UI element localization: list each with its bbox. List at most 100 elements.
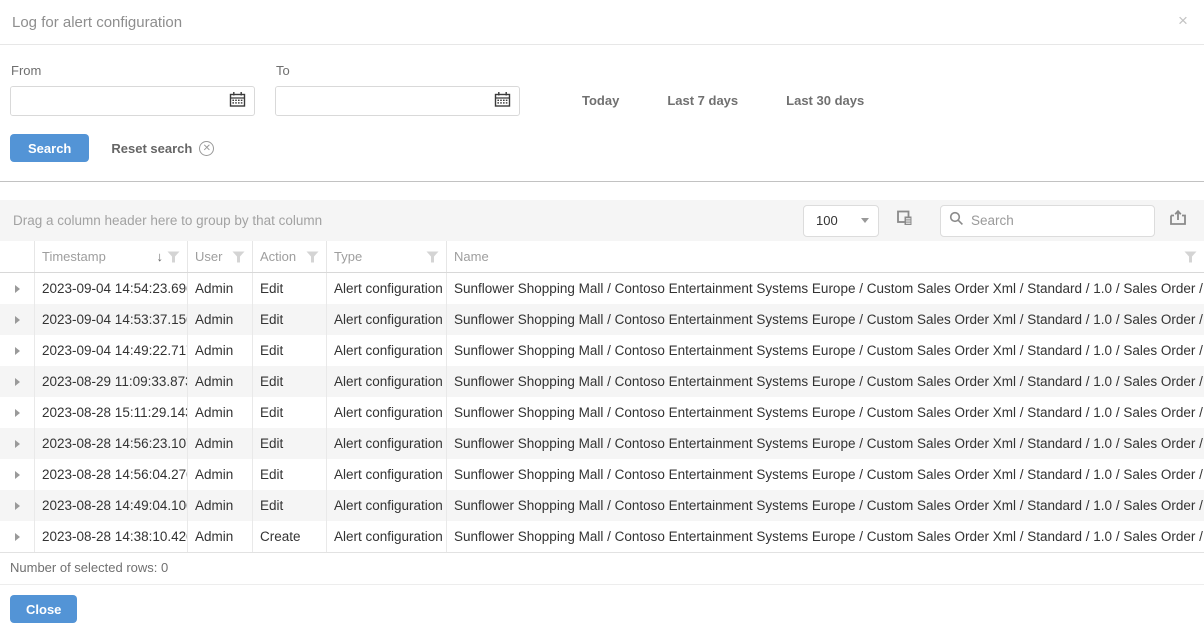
row-expand-cell[interactable] — [0, 521, 35, 552]
cell-action: Edit — [253, 459, 327, 490]
expand-arrow-icon — [15, 285, 20, 293]
export-icon — [1168, 208, 1188, 233]
dialog-footer: Close — [0, 584, 1204, 635]
expand-arrow-icon — [15, 440, 20, 448]
column-chooser-icon — [895, 208, 915, 233]
row-expand-cell[interactable] — [0, 490, 35, 521]
to-field-group: To — [275, 57, 520, 116]
table-row[interactable]: 2023-09-04 14:49:22.717AdminEditAlert co… — [0, 335, 1204, 366]
cell-user: Admin — [188, 366, 253, 397]
row-expand-cell[interactable] — [0, 428, 35, 459]
table-row[interactable]: 2023-09-04 14:53:37.150AdminEditAlert co… — [0, 304, 1204, 335]
filter-area: From — [0, 45, 1204, 181]
quick-range-links: Today Last 7 days Last 30 days — [582, 93, 912, 108]
cell-action: Edit — [253, 366, 327, 397]
cell-type: Alert configuration — [327, 428, 447, 459]
to-calendar-button[interactable] — [485, 87, 519, 115]
cell-type: Alert configuration — [327, 459, 447, 490]
column-header-type[interactable]: Type — [327, 241, 447, 272]
group-panel-text: Drag a column header here to group by th… — [13, 213, 803, 228]
cell-action: Edit — [253, 490, 327, 521]
cell-type: Alert configuration — [327, 397, 447, 428]
cell-timestamp: 2023-09-04 14:53:37.150 — [35, 304, 188, 335]
log-dialog: Log for alert configuration × From — [0, 0, 1204, 635]
column-label: Name — [454, 249, 1184, 264]
cell-user: Admin — [188, 273, 253, 304]
sort-descending-icon: ↓ — [157, 249, 164, 264]
filter-funnel-icon[interactable] — [167, 251, 180, 263]
expand-arrow-icon — [15, 471, 20, 479]
expand-arrow-icon — [15, 316, 20, 324]
column-header-action[interactable]: Action — [253, 241, 327, 272]
cell-timestamp: 2023-08-28 14:38:10.420 — [35, 521, 188, 552]
cell-user: Admin — [188, 335, 253, 366]
filter-funnel-icon[interactable] — [306, 251, 319, 263]
table-row[interactable]: 2023-08-28 14:56:04.270AdminEditAlert co… — [0, 459, 1204, 490]
from-date-box — [10, 86, 255, 116]
cell-user: Admin — [188, 490, 253, 521]
filter-funnel-icon[interactable] — [232, 251, 245, 263]
cell-name: Sunflower Shopping Mall / Contoso Entert… — [447, 521, 1204, 552]
quick-link-today[interactable]: Today — [582, 93, 619, 108]
selected-rows-status: Number of selected rows: 0 — [0, 553, 1204, 575]
to-date-input[interactable] — [276, 87, 485, 115]
cell-name: Sunflower Shopping Mall / Contoso Entert… — [447, 459, 1204, 490]
table-row[interactable]: 2023-09-04 14:54:23.690AdminEditAlert co… — [0, 273, 1204, 304]
log-grid: Timestamp ↓ User Action Type — [0, 241, 1204, 575]
column-header-user[interactable]: User — [188, 241, 253, 272]
expand-arrow-icon — [15, 347, 20, 355]
page-size-value: 100 — [816, 213, 861, 228]
cell-timestamp: 2023-08-28 14:49:04.100 — [35, 490, 188, 521]
cell-name: Sunflower Shopping Mall / Contoso Entert… — [447, 397, 1204, 428]
cell-user: Admin — [188, 521, 253, 552]
cell-action: Edit — [253, 335, 327, 366]
chevron-down-icon — [861, 218, 869, 223]
filter-funnel-icon[interactable] — [426, 251, 439, 263]
close-icon[interactable]: × — [1172, 10, 1194, 32]
close-button[interactable]: Close — [10, 595, 77, 623]
row-expand-cell[interactable] — [0, 335, 35, 366]
column-label: Type — [334, 249, 426, 264]
column-label: Action — [260, 249, 306, 264]
search-button[interactable]: Search — [10, 134, 89, 162]
page-size-select[interactable]: 100 — [803, 205, 879, 237]
row-expand-cell[interactable] — [0, 273, 35, 304]
column-chooser-button[interactable] — [892, 208, 918, 234]
from-field-group: From — [10, 57, 255, 116]
row-expand-cell[interactable] — [0, 366, 35, 397]
row-expand-cell[interactable] — [0, 304, 35, 335]
cell-name: Sunflower Shopping Mall / Contoso Entert… — [447, 335, 1204, 366]
page-title: Log for alert configuration — [12, 14, 182, 31]
table-row[interactable]: 2023-08-28 15:11:29.143AdminEditAlert co… — [0, 397, 1204, 428]
table-row[interactable]: 2023-08-28 14:38:10.420AdminCreateAlert … — [0, 521, 1204, 552]
table-row[interactable]: 2023-08-29 11:09:33.873AdminEditAlert co… — [0, 366, 1204, 397]
cell-name: Sunflower Shopping Mall / Contoso Entert… — [447, 273, 1204, 304]
row-expand-cell[interactable] — [0, 397, 35, 428]
column-header-name[interactable]: Name — [447, 241, 1204, 272]
section-divider — [0, 181, 1204, 182]
from-calendar-button[interactable] — [220, 87, 254, 115]
cell-user: Admin — [188, 304, 253, 335]
cell-action: Edit — [253, 428, 327, 459]
cell-name: Sunflower Shopping Mall / Contoso Entert… — [447, 428, 1204, 459]
table-row[interactable]: 2023-08-28 14:56:23.107AdminEditAlert co… — [0, 428, 1204, 459]
cell-action: Edit — [253, 273, 327, 304]
cell-action: Edit — [253, 304, 327, 335]
table-row[interactable]: 2023-08-28 14:49:04.100AdminEditAlert co… — [0, 490, 1204, 521]
row-expand-cell[interactable] — [0, 459, 35, 490]
export-button[interactable] — [1165, 208, 1191, 234]
grid-search-input[interactable] — [971, 213, 1146, 228]
cell-timestamp: 2023-08-28 14:56:04.270 — [35, 459, 188, 490]
search-icon — [949, 211, 964, 231]
cell-name: Sunflower Shopping Mall / Contoso Entert… — [447, 304, 1204, 335]
cell-timestamp: 2023-09-04 14:54:23.690 — [35, 273, 188, 304]
reset-search-link[interactable]: Reset search ✕ — [111, 141, 214, 156]
quick-link-last-7-days[interactable]: Last 7 days — [667, 93, 738, 108]
column-header-timestamp[interactable]: Timestamp ↓ — [35, 241, 188, 272]
quick-link-last-30-days[interactable]: Last 30 days — [786, 93, 864, 108]
from-date-input[interactable] — [11, 87, 220, 115]
filter-funnel-icon[interactable] — [1184, 251, 1197, 263]
dialog-header: Log for alert configuration × — [0, 0, 1204, 45]
cell-timestamp: 2023-09-04 14:49:22.717 — [35, 335, 188, 366]
header-expand-column — [0, 241, 35, 272]
